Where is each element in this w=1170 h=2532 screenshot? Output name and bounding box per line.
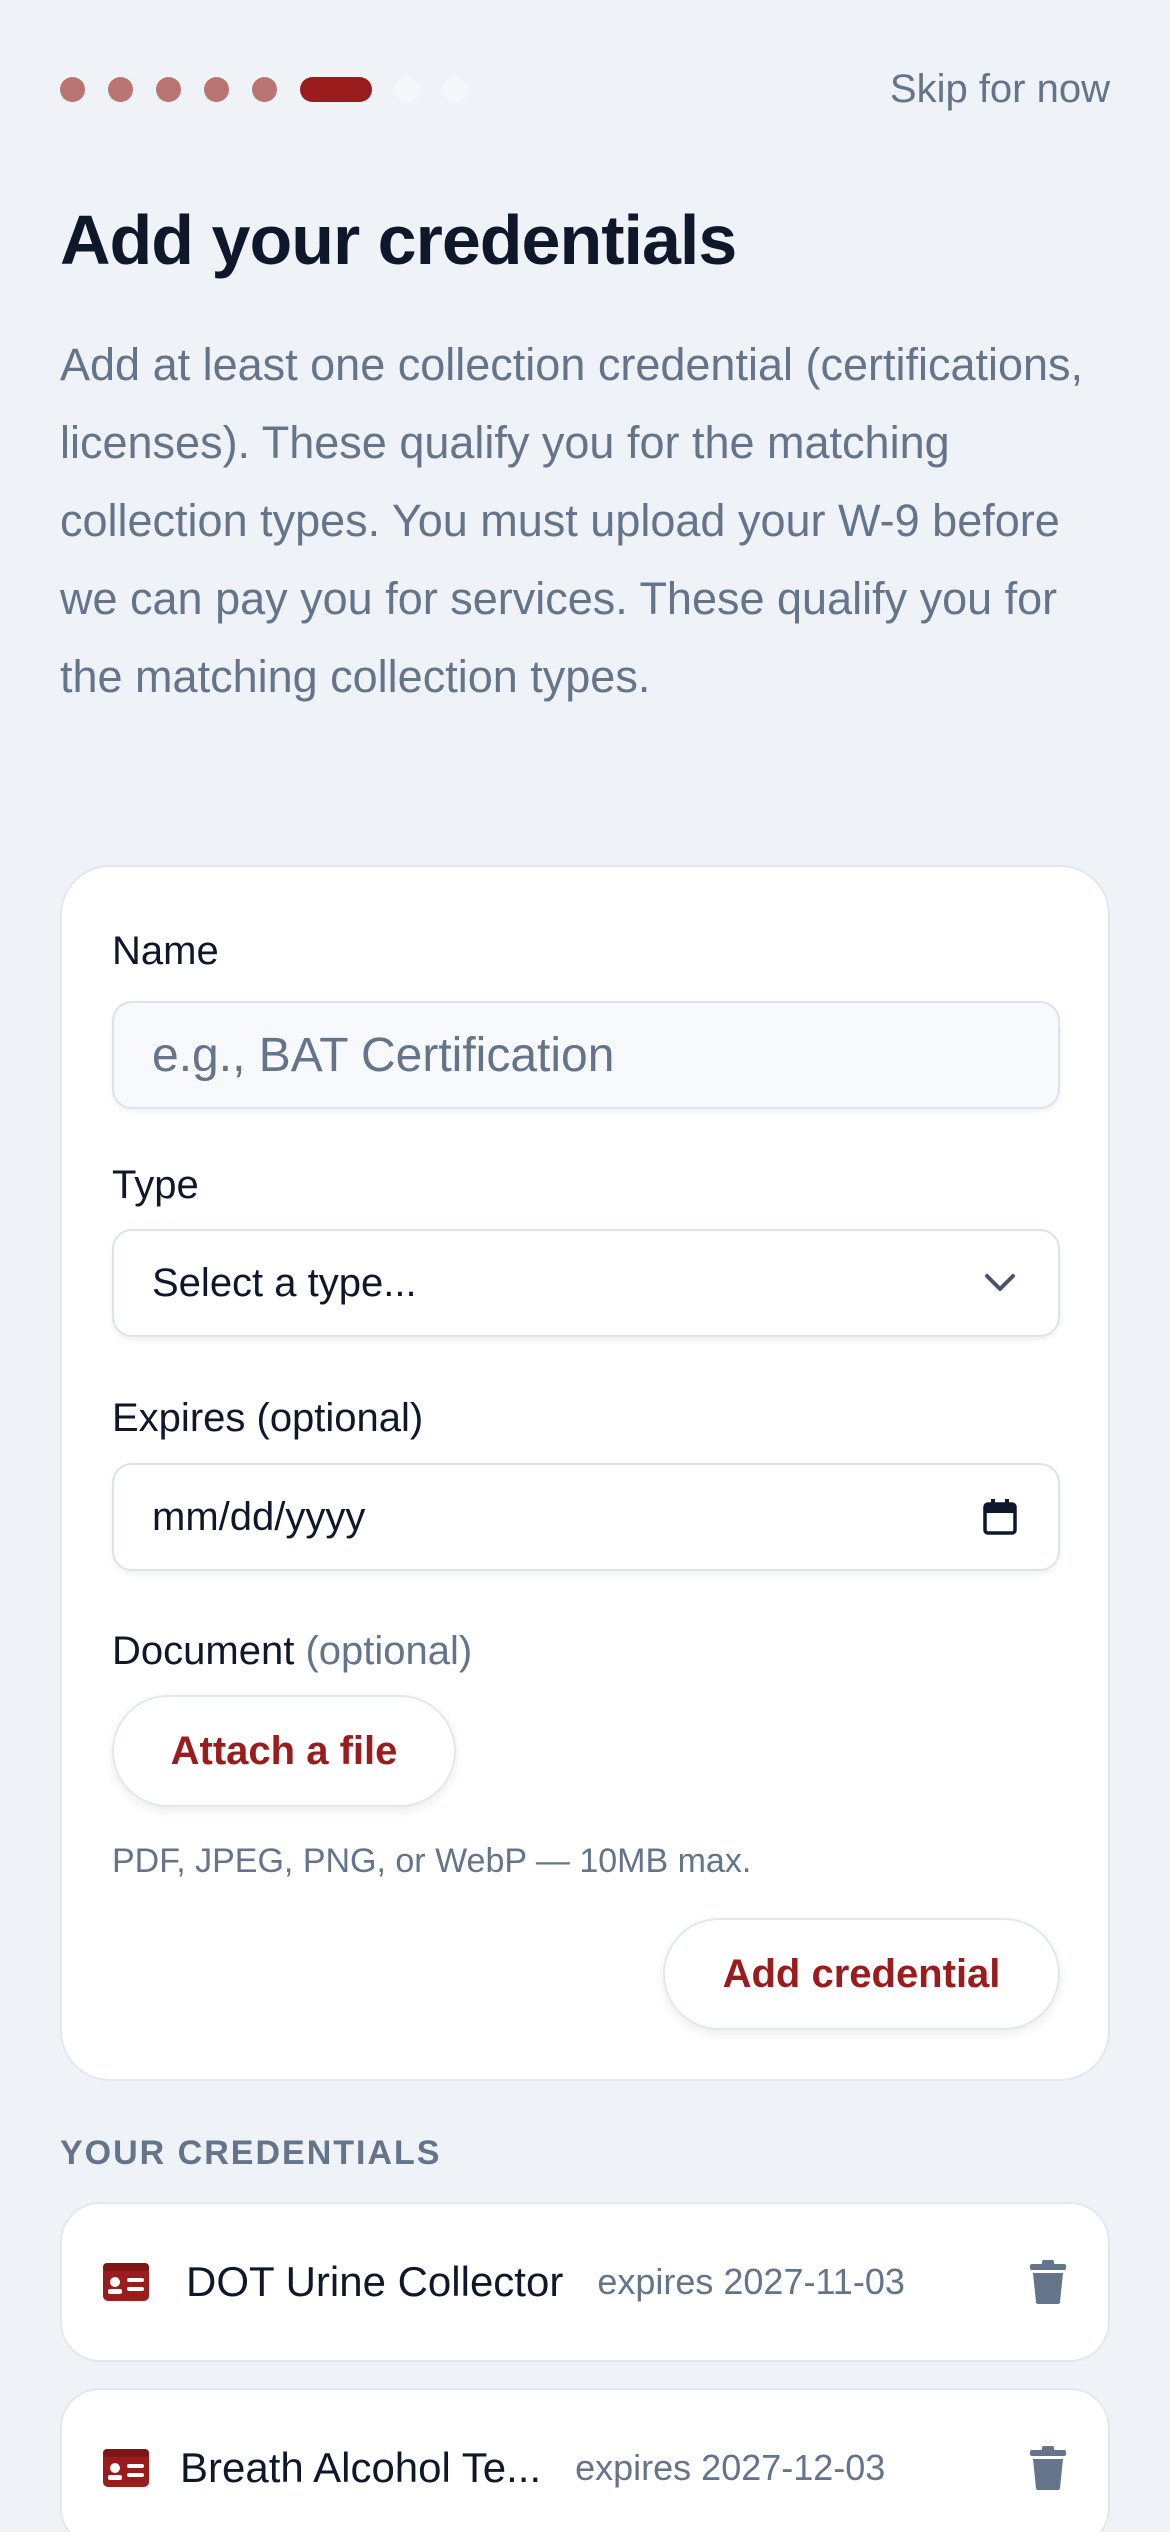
credential-name: DOT Urine Collector xyxy=(186,2258,564,2305)
credentials-section-title: YOUR CREDENTIALS xyxy=(60,2134,442,2172)
id-card-icon xyxy=(103,2449,149,2487)
id-card-icon xyxy=(103,2263,149,2301)
document-label: Document (optional) xyxy=(112,1629,472,1674)
expires-date-field[interactable]: mm/dd/yyyy xyxy=(112,1463,1060,1571)
progress-dot-7 xyxy=(395,76,420,102)
expires-label: Expires (optional) xyxy=(112,1396,424,1440)
page-description: Add at least one collection credential (… xyxy=(60,339,1084,702)
trash-icon[interactable] xyxy=(1028,2259,1068,2305)
progress-dot-3 xyxy=(156,76,181,102)
progress-dot-2 xyxy=(108,76,133,102)
name-label: Name xyxy=(112,929,219,973)
type-select[interactable]: Select a type... xyxy=(112,1229,1060,1337)
page-title: Add your credentials xyxy=(60,201,737,279)
progress-dot-1 xyxy=(60,76,85,102)
type-select-value: Select a type... xyxy=(152,1260,417,1305)
name-field[interactable] xyxy=(112,1001,1060,1109)
file-hint: PDF, JPEG, PNG, or WebP — 10MB max. xyxy=(112,1842,752,1880)
type-label: Type xyxy=(112,1163,199,1207)
credential-item: DOT Urine Collector expires 2027-11-03 xyxy=(60,2202,1110,2362)
page: Skip for now Add your credentials Add at… xyxy=(0,0,1170,2532)
top-bar: Skip for now xyxy=(60,64,1110,114)
progress-dot-8 xyxy=(443,76,468,102)
credential-expiry: expires 2027-12-03 xyxy=(575,2447,886,2488)
add-credential-button[interactable]: Add credential xyxy=(663,1918,1060,2030)
credential-name: Breath Alcohol Te... xyxy=(180,2444,542,2491)
chevron-down-icon xyxy=(980,1263,1020,1303)
document-optional-text: (optional) xyxy=(305,1629,473,1673)
trash-icon[interactable] xyxy=(1028,2445,1068,2491)
name-input[interactable] xyxy=(152,1027,1020,1083)
progress-dot-5 xyxy=(252,76,277,102)
attach-file-button[interactable]: Attach a file xyxy=(112,1695,456,1807)
progress-dot-4 xyxy=(204,76,229,102)
calendar-icon[interactable] xyxy=(980,1497,1020,1537)
progress-dots xyxy=(60,76,468,102)
credential-form-card: Name Type Select a type... Expires (opti… xyxy=(60,865,1110,2081)
credential-item: Breath Alcohol Te... expires 2027-12-03 xyxy=(60,2388,1110,2532)
skip-button[interactable]: Skip for now xyxy=(890,67,1110,112)
document-label-text: Document xyxy=(112,1629,295,1673)
progress-dot-current xyxy=(300,76,372,102)
credential-expiry: expires 2027-11-03 xyxy=(597,2261,905,2302)
expires-date-value: mm/dd/yyyy xyxy=(152,1494,366,1539)
